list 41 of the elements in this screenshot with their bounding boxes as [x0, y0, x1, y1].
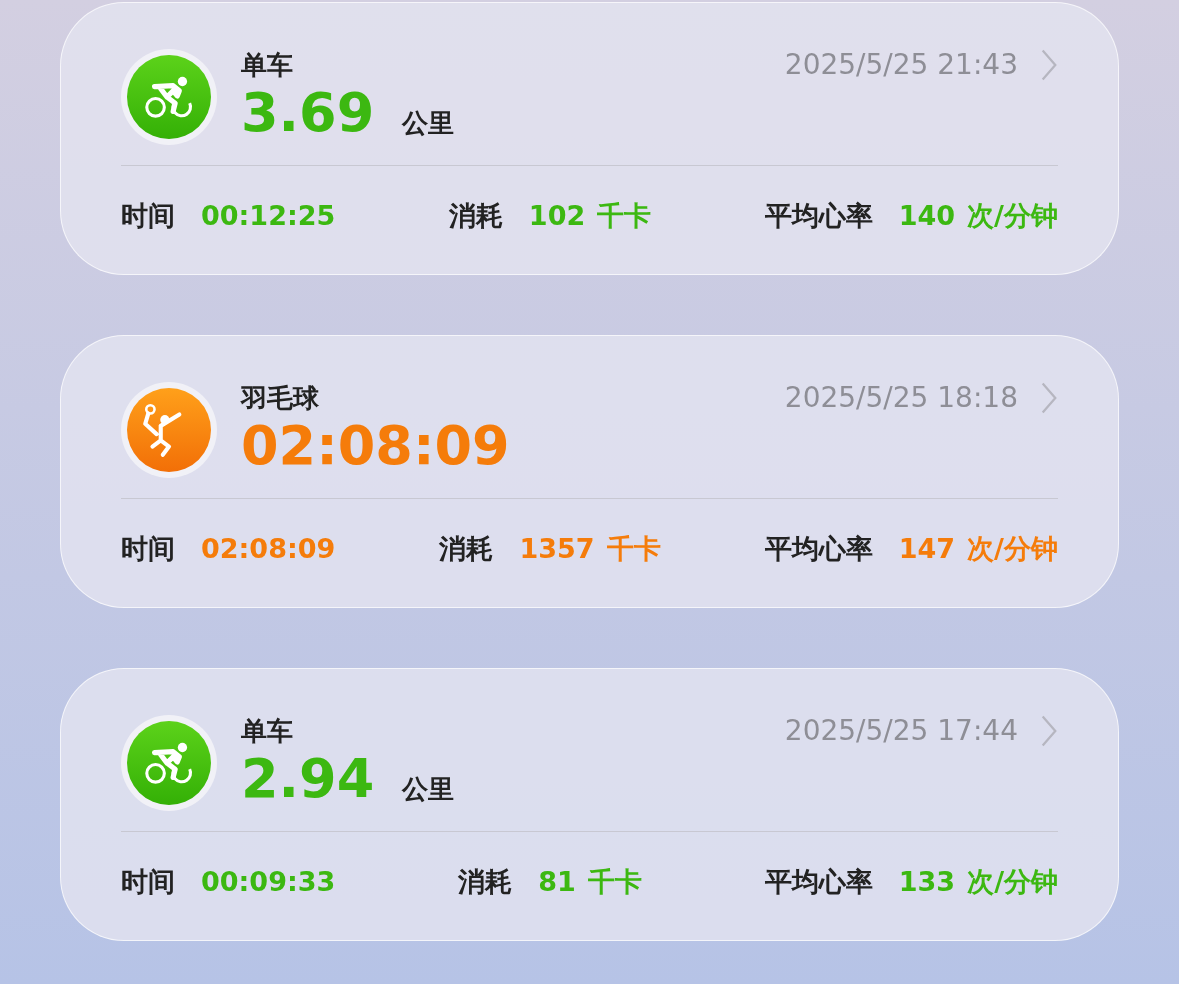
- stat-label: 消耗: [458, 864, 513, 899]
- activity-value: 3.69: [241, 83, 375, 143]
- stat-unit: 千卡: [587, 864, 642, 899]
- stat-value: 81: [538, 864, 576, 899]
- stat-label: 平均心率: [764, 198, 873, 233]
- stat-label: 平均心率: [764, 864, 873, 899]
- activity-title: 单车: [241, 715, 293, 748]
- activity-card[interactable]: 单车 2025/5/25 17:44 2.94 公里 时间 00:09:33 消耗 81 千卡 平均心率 133 次/分钟: [60, 668, 1119, 941]
- stat-label: 消耗: [439, 531, 494, 566]
- stat-unit: 次/分钟: [967, 864, 1058, 899]
- stat-label: 时间: [121, 531, 175, 566]
- activity-date: 2025/5/25 17:44: [784, 713, 1018, 749]
- chevron-right-icon[interactable]: [1040, 714, 1058, 748]
- activity-title: 羽毛球: [241, 382, 319, 415]
- activity-card[interactable]: 单车 2025/5/25 21:43 3.69 公里 时间 00:12:25 消耗 102 千卡 平均心率 140 次/分钟: [60, 2, 1119, 275]
- stat-value: 140: [898, 198, 956, 233]
- stat-unit: 千卡: [597, 198, 652, 233]
- stat-value: 102: [528, 198, 586, 233]
- stat-label: 时间: [121, 198, 175, 233]
- value-unit: 公里: [402, 773, 455, 806]
- activity-value: 2.94: [241, 749, 375, 809]
- stat-label: 时间: [121, 864, 175, 899]
- stat-value: 1357: [519, 531, 595, 566]
- stat-unit: 次/分钟: [967, 531, 1058, 566]
- activity-value: 02:08:09: [241, 416, 510, 476]
- stat-label: 平均心率: [764, 531, 873, 566]
- stat-value: 147: [898, 531, 956, 566]
- stat-value: 133: [898, 864, 956, 899]
- value-unit: 公里: [402, 107, 455, 140]
- activity-date: 2025/5/25 18:18: [784, 380, 1018, 416]
- chevron-right-icon[interactable]: [1040, 48, 1058, 82]
- stat-label: 消耗: [448, 198, 503, 233]
- stat-unit: 次/分钟: [967, 198, 1058, 233]
- stat-value: 02:08:09: [201, 531, 336, 566]
- activity-title: 单车: [241, 49, 293, 82]
- stat-value: 00:09:33: [201, 864, 336, 899]
- chevron-right-icon[interactable]: [1040, 381, 1058, 415]
- activity-date: 2025/5/25 21:43: [784, 47, 1018, 83]
- stat-value: 00:12:25: [201, 198, 336, 233]
- stat-unit: 千卡: [606, 531, 661, 566]
- activity-card[interactable]: 羽毛球 2025/5/25 18:18 02:08:09 时间 02:08:09 消耗 1357 千卡 平均心率 147 次/分钟: [60, 335, 1119, 608]
